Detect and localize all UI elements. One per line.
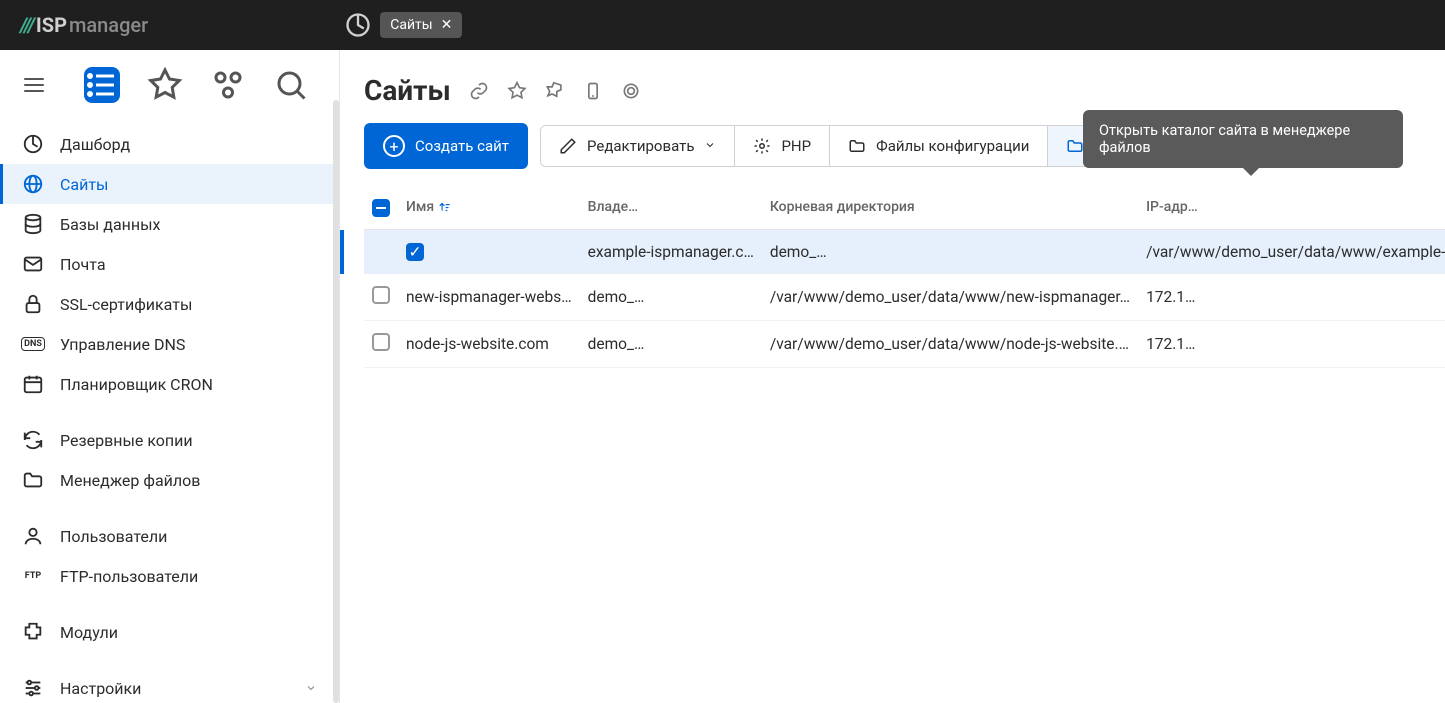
folder-open-icon bbox=[1066, 137, 1084, 155]
sidebar-item-users[interactable]: Пользователи bbox=[0, 516, 339, 556]
table-row[interactable]: new-ispmanager-webs… demo_… /var/www/dem… bbox=[364, 274, 1445, 321]
php-button[interactable]: PHP bbox=[735, 126, 830, 166]
gauge-icon bbox=[22, 133, 44, 155]
refresh-icon[interactable] bbox=[621, 81, 641, 101]
database-icon bbox=[22, 213, 44, 235]
sidebar-item-dashboard[interactable]: Дашборд bbox=[0, 124, 339, 164]
sidebar-item-ftp[interactable]: FTP FTP-пользователи bbox=[0, 556, 339, 596]
sidebar-item-cron[interactable]: Планировщик CRON bbox=[0, 364, 339, 404]
nav-label: Дашборд bbox=[60, 135, 130, 154]
folder-icon bbox=[22, 469, 44, 491]
topbar: /// ISPmanager Сайты ✕ bbox=[0, 0, 1445, 50]
sort-asc-icon bbox=[438, 200, 452, 214]
edit-button[interactable]: Редактировать bbox=[541, 126, 735, 166]
sidebar-item-dns[interactable]: DNS Управление DNS bbox=[0, 324, 339, 364]
col-owner[interactable]: Владе… bbox=[580, 185, 762, 230]
col-root[interactable]: Корневая директория bbox=[762, 185, 1138, 230]
tab-sites[interactable]: Сайты ✕ bbox=[380, 12, 462, 38]
table-header-row: Имя Владе… Корневая директория IP-адр… П… bbox=[364, 185, 1445, 230]
sidebar-item-settings[interactable]: Настройки bbox=[0, 668, 339, 703]
dns-icon: DNS bbox=[22, 333, 44, 355]
nav-label: Почта bbox=[60, 255, 106, 274]
menu-toggle[interactable] bbox=[16, 67, 52, 103]
nav-label: SSL-сертификаты bbox=[60, 295, 192, 314]
tooltip: Открыть каталог сайта в менеджере файлов bbox=[1083, 110, 1403, 168]
puzzle-icon bbox=[22, 621, 44, 643]
plus-icon: + bbox=[383, 135, 405, 157]
search-button[interactable] bbox=[273, 67, 309, 103]
col-ip[interactable]: IP-адр… bbox=[1138, 185, 1445, 230]
main-content: Открыть каталог сайта в менеджере файлов… bbox=[340, 50, 1445, 703]
sidebar-item-backups[interactable]: Резервные копии bbox=[0, 420, 339, 460]
link-icon[interactable] bbox=[469, 81, 489, 101]
star-icon[interactable] bbox=[507, 81, 527, 101]
lock-icon bbox=[22, 293, 44, 315]
ftp-icon: FTP bbox=[22, 565, 44, 587]
nav-label: Менеджер файлов bbox=[60, 471, 200, 490]
view-list-button[interactable] bbox=[84, 67, 120, 103]
device-icon[interactable] bbox=[583, 81, 603, 101]
nav-label: FTP-пользователи bbox=[60, 567, 198, 586]
nav-label: Планировщик CRON bbox=[60, 375, 213, 394]
table-row[interactable]: node-js-website.com demo_… /var/www/demo… bbox=[364, 320, 1445, 367]
sidebar-item-filemanager[interactable]: Менеджер файлов bbox=[0, 460, 339, 500]
select-all-checkbox[interactable] bbox=[372, 199, 390, 217]
chevron-down-icon bbox=[305, 679, 317, 698]
nav-label: Резервные копии bbox=[60, 431, 193, 450]
nav-label: Базы данных bbox=[60, 215, 160, 234]
dashboard-top-icon[interactable] bbox=[344, 11, 372, 39]
globe-icon bbox=[22, 173, 44, 195]
gear-icon bbox=[753, 137, 771, 155]
favorites-button[interactable] bbox=[147, 67, 183, 103]
sidebar-item-mail[interactable]: Почта bbox=[0, 244, 339, 284]
sidebar: Дашборд Сайты Базы данных Почта SSL-серт… bbox=[0, 50, 340, 703]
sliders-icon bbox=[22, 677, 44, 699]
folder-icon bbox=[848, 137, 866, 155]
create-site-button[interactable]: + Создать сайт bbox=[364, 123, 528, 169]
pin-icon[interactable] bbox=[545, 81, 565, 101]
row-checkbox[interactable] bbox=[372, 286, 390, 304]
row-checkbox[interactable] bbox=[372, 333, 390, 351]
pencil-icon bbox=[559, 137, 577, 155]
sites-table: Имя Владе… Корневая директория IP-адр… П… bbox=[364, 185, 1445, 368]
sidebar-item-sites[interactable]: Сайты bbox=[0, 164, 339, 204]
shortcuts-button[interactable] bbox=[210, 67, 246, 103]
nav-label: Настройки bbox=[60, 679, 141, 698]
sidebar-item-ssl[interactable]: SSL-сертификаты bbox=[0, 284, 339, 324]
sidebar-item-databases[interactable]: Базы данных bbox=[0, 204, 339, 244]
nav-label: Пользователи bbox=[60, 527, 167, 546]
mail-icon bbox=[22, 253, 44, 275]
row-checkbox[interactable]: ✓ bbox=[406, 243, 424, 261]
nav-label: Модули bbox=[60, 623, 118, 642]
backup-icon bbox=[22, 429, 44, 451]
col-name[interactable]: Имя bbox=[398, 185, 580, 230]
tab-label: Сайты bbox=[390, 17, 432, 33]
nav-label: Сайты bbox=[60, 175, 108, 194]
logo[interactable]: /// ISPmanager bbox=[20, 13, 148, 37]
sidebar-item-modules[interactable]: Модули bbox=[0, 612, 339, 652]
chevron-down-icon bbox=[704, 137, 716, 155]
tab-close-icon[interactable]: ✕ bbox=[441, 17, 453, 33]
nav-label: Управление DNS bbox=[60, 335, 185, 354]
table-row[interactable]: ✓ example-ispmanager.c… demo_… /var/www/… bbox=[364, 230, 1445, 274]
user-icon bbox=[22, 525, 44, 547]
page-title: Сайты bbox=[364, 74, 451, 107]
config-files-button[interactable]: Файлы конфигурации bbox=[830, 126, 1048, 166]
calendar-icon bbox=[22, 373, 44, 395]
